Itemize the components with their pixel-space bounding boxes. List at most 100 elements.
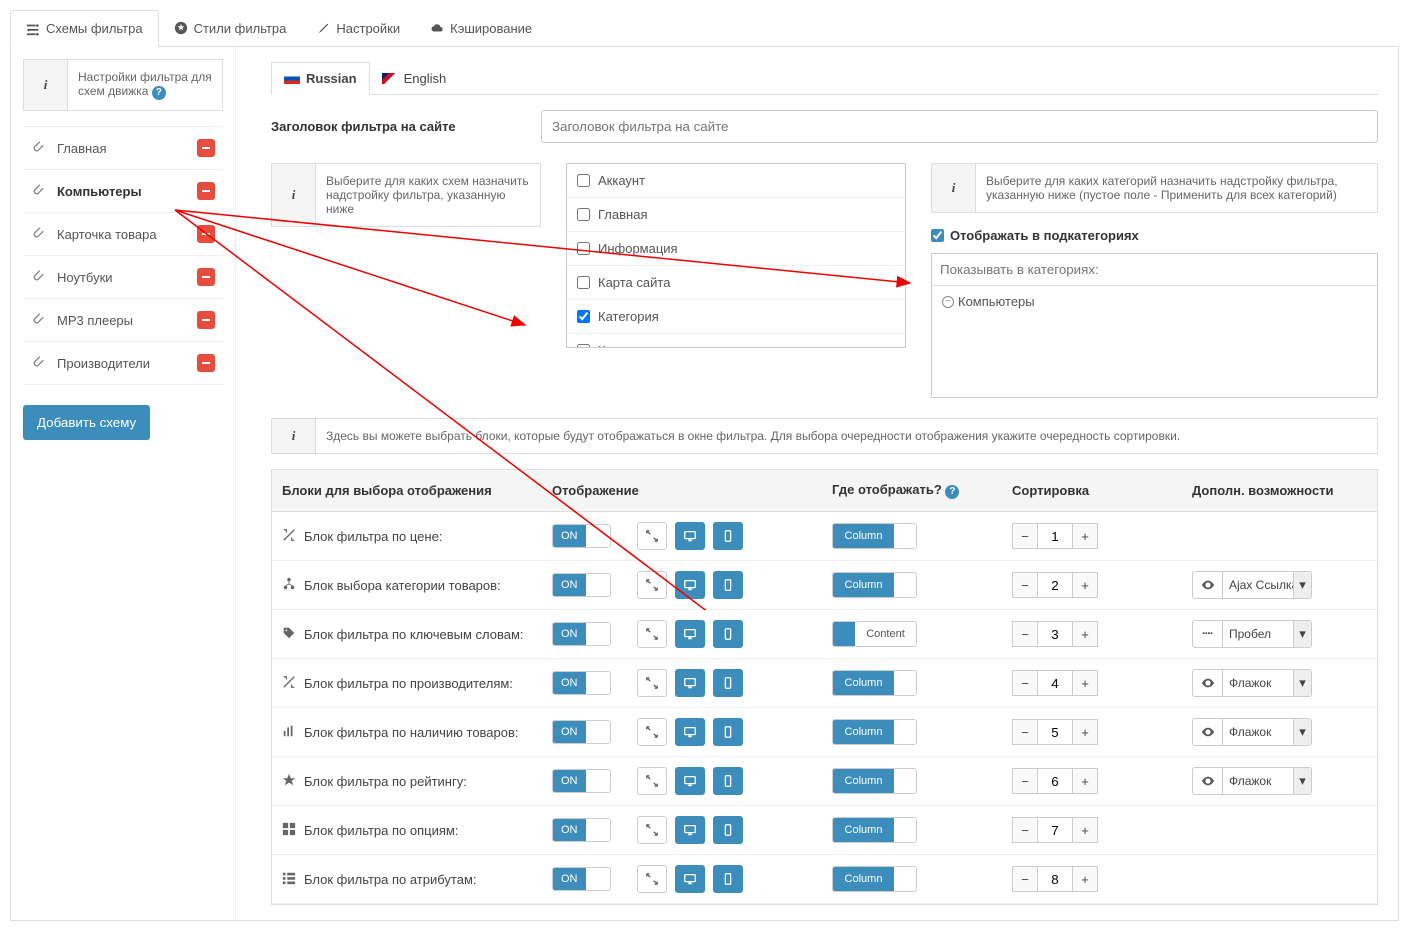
sidebar-item-4[interactable]: MP3 плееры — [23, 299, 223, 342]
help-icon[interactable]: ? — [945, 485, 959, 499]
desktop-toggle[interactable] — [675, 718, 705, 746]
scheme-checkbox[interactable] — [577, 208, 590, 221]
option-select[interactable]: Пробел▾ — [1192, 620, 1312, 648]
increment-button[interactable]: + — [1072, 719, 1098, 745]
title-input[interactable] — [541, 110, 1378, 143]
tab-styles[interactable]: Стили фильтра — [159, 10, 302, 46]
remove-scheme-button[interactable] — [197, 139, 215, 157]
increment-button[interactable]: + — [1072, 621, 1098, 647]
chevron-down-icon[interactable]: ▾ — [1293, 572, 1311, 598]
remove-scheme-button[interactable] — [197, 268, 215, 286]
decrement-button[interactable]: − — [1012, 621, 1038, 647]
sort-input[interactable] — [1038, 572, 1072, 598]
scheme-checkbox[interactable] — [577, 242, 590, 255]
category-tag[interactable]: −Компьютеры — [932, 286, 1377, 317]
desktop-toggle[interactable] — [675, 571, 705, 599]
decrement-button[interactable]: − — [1012, 719, 1038, 745]
remove-scheme-button[interactable] — [197, 182, 215, 200]
desktop-toggle[interactable] — [675, 620, 705, 648]
option-select[interactable]: Флажок▾ — [1192, 767, 1312, 795]
increment-button[interactable]: + — [1072, 768, 1098, 794]
sort-stepper[interactable]: −+ — [1012, 768, 1098, 794]
position-toggle[interactable]: Column — [832, 719, 917, 745]
display-toggle[interactable]: ON — [552, 818, 611, 842]
remove-scheme-button[interactable] — [197, 354, 215, 372]
increment-button[interactable]: + — [1072, 572, 1098, 598]
fullscreen-toggle[interactable] — [637, 571, 667, 599]
chevron-down-icon[interactable]: ▾ — [1293, 670, 1311, 696]
chevron-down-icon[interactable]: ▾ — [1293, 719, 1311, 745]
display-toggle[interactable]: ON — [552, 720, 611, 744]
sort-stepper[interactable]: −+ — [1012, 523, 1098, 549]
display-toggle[interactable]: ON — [552, 524, 611, 548]
increment-button[interactable]: + — [1072, 817, 1098, 843]
sidebar-item-0[interactable]: Главная — [23, 126, 223, 170]
position-toggle[interactable]: Column — [832, 670, 917, 696]
sort-input[interactable] — [1038, 523, 1072, 549]
position-toggle[interactable]: Column — [832, 768, 917, 794]
increment-button[interactable]: + — [1072, 670, 1098, 696]
lang-tab-ru[interactable]: Russian — [271, 62, 370, 95]
add-scheme-button[interactable]: Добавить схему — [23, 405, 150, 440]
remove-scheme-button[interactable] — [197, 311, 215, 329]
scheme-checkbox[interactable] — [577, 276, 590, 289]
mobile-toggle[interactable] — [713, 620, 743, 648]
decrement-button[interactable]: − — [1012, 572, 1038, 598]
fullscreen-toggle[interactable] — [637, 865, 667, 893]
display-toggle[interactable]: ON — [552, 573, 611, 597]
sort-input[interactable] — [1038, 768, 1072, 794]
desktop-toggle[interactable] — [675, 865, 705, 893]
remove-icon[interactable]: − — [942, 296, 954, 308]
fullscreen-toggle[interactable] — [637, 767, 667, 795]
desktop-toggle[interactable] — [675, 767, 705, 795]
sort-stepper[interactable]: −+ — [1012, 621, 1098, 647]
sort-input[interactable] — [1038, 866, 1072, 892]
scheme-option[interactable]: Информация — [567, 232, 905, 266]
category-search-input[interactable] — [932, 254, 1377, 286]
remove-scheme-button[interactable] — [197, 225, 215, 243]
option-select[interactable]: Ajax Ссылка▾ — [1192, 571, 1312, 599]
display-toggle[interactable]: ON — [552, 622, 611, 646]
increment-button[interactable]: + — [1072, 866, 1098, 892]
position-toggle[interactable]: Column — [832, 817, 917, 843]
desktop-toggle[interactable] — [675, 522, 705, 550]
scheme-option[interactable]: Карта сайта — [567, 266, 905, 300]
chevron-down-icon[interactable]: ▾ — [1293, 768, 1311, 794]
option-select[interactable]: Флажок▾ — [1192, 669, 1312, 697]
position-toggle[interactable]: Content — [832, 621, 917, 647]
mobile-toggle[interactable] — [713, 767, 743, 795]
scheme-option[interactable]: Категория — [567, 300, 905, 334]
mobile-toggle[interactable] — [713, 718, 743, 746]
desktop-toggle[interactable] — [675, 816, 705, 844]
sort-input[interactable] — [1038, 817, 1072, 843]
decrement-button[interactable]: − — [1012, 866, 1038, 892]
tab-caching[interactable]: Кэширование — [415, 10, 547, 46]
option-select[interactable]: Флажок▾ — [1192, 718, 1312, 746]
scheme-option[interactable]: Главная — [567, 198, 905, 232]
mobile-toggle[interactable] — [713, 571, 743, 599]
sort-stepper[interactable]: −+ — [1012, 817, 1098, 843]
sidebar-item-1[interactable]: Компьютеры — [23, 170, 223, 213]
increment-button[interactable]: + — [1072, 523, 1098, 549]
decrement-button[interactable]: − — [1012, 670, 1038, 696]
help-icon[interactable]: ? — [152, 86, 166, 100]
scheme-option[interactable]: Аккаунт — [567, 164, 905, 198]
scheme-option[interactable]: Контакты — [567, 334, 905, 348]
tab-schemes[interactable]: Схемы фильтра — [10, 10, 159, 47]
fullscreen-toggle[interactable] — [637, 522, 667, 550]
mobile-toggle[interactable] — [713, 816, 743, 844]
decrement-button[interactable]: − — [1012, 523, 1038, 549]
fullscreen-toggle[interactable] — [637, 620, 667, 648]
sidebar-item-5[interactable]: Производители — [23, 342, 223, 385]
sidebar-item-3[interactable]: Ноутбуки — [23, 256, 223, 299]
fullscreen-toggle[interactable] — [637, 718, 667, 746]
fullscreen-toggle[interactable] — [637, 669, 667, 697]
lang-tab-en[interactable]: English — [370, 62, 459, 94]
scheme-select-list[interactable]: АккаунтГлавнаяИнформацияКарта сайтаКатег… — [566, 163, 906, 348]
chevron-down-icon[interactable]: ▾ — [1293, 621, 1311, 647]
tab-settings[interactable]: Настройки — [301, 10, 415, 46]
sort-input[interactable] — [1038, 670, 1072, 696]
desktop-toggle[interactable] — [675, 669, 705, 697]
position-toggle[interactable]: Column — [832, 523, 917, 549]
decrement-button[interactable]: − — [1012, 817, 1038, 843]
